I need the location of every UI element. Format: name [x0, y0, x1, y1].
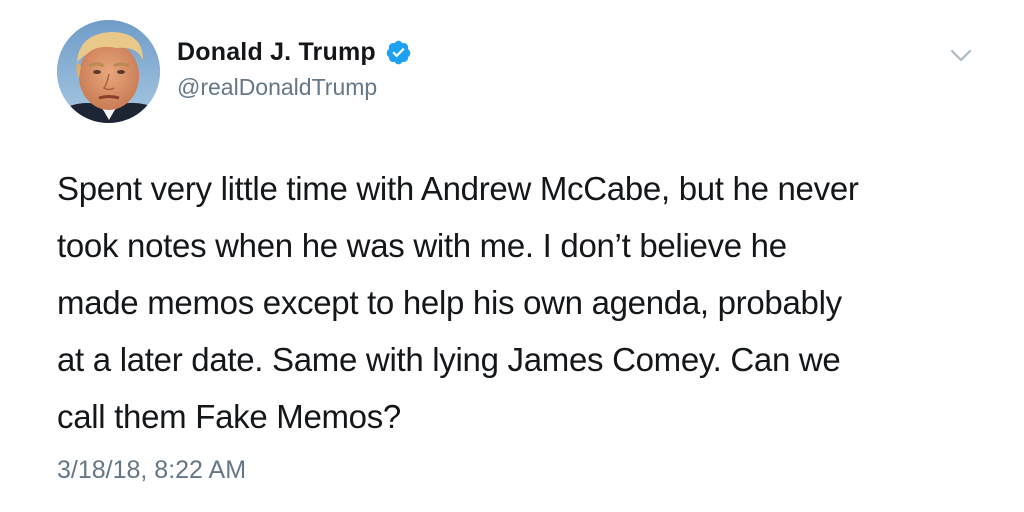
chevron-down-icon[interactable]	[950, 48, 972, 64]
author-handle[interactable]: @realDonaldTrump	[177, 74, 377, 101]
tweet-card: Donald J. Trump @realDonaldTrump Spent v…	[0, 0, 1024, 512]
display-name[interactable]: Donald J. Trump	[177, 38, 376, 67]
avatar[interactable]	[57, 20, 160, 123]
tweet-text: Spent very little time with Andrew McCab…	[57, 160, 977, 445]
tweet-text-line: made memos except to help his own agenda…	[57, 284, 842, 321]
tweet-text-line: call them Fake Memos?	[57, 398, 401, 435]
author-name-row[interactable]: Donald J. Trump	[177, 36, 412, 68]
tweet-text-line: at a later date. Same with lying James C…	[57, 341, 841, 378]
tweet-timestamp[interactable]: 3/18/18, 8:22 AM	[57, 456, 246, 485]
tweet-text-line: took notes when he was with me. I don’t …	[57, 227, 787, 264]
verified-badge-icon	[386, 40, 411, 64]
tweet-text-line: Spent very little time with Andrew McCab…	[57, 170, 859, 207]
avatar-photo	[57, 20, 160, 123]
